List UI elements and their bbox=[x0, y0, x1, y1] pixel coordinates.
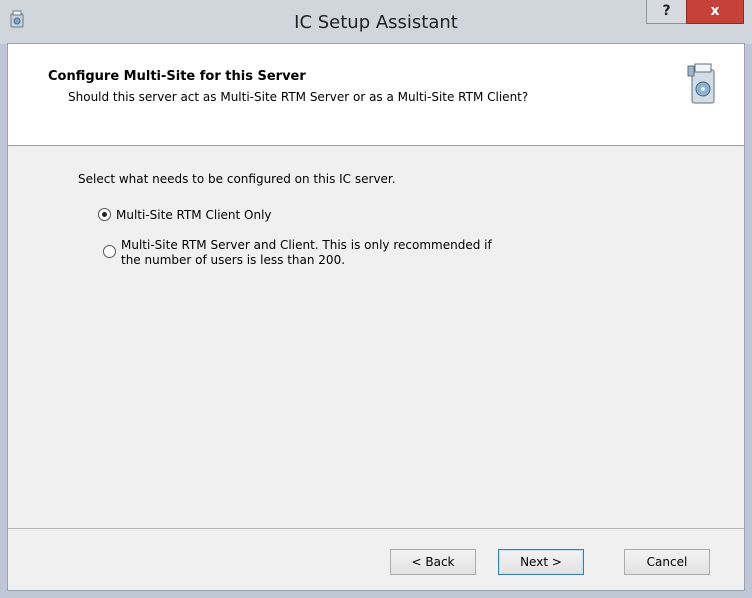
option-client-only[interactable]: Multi-Site RTM Client Only bbox=[98, 208, 272, 223]
setup-assistant-window: IC Setup Assistant ? x Configure Multi-S… bbox=[0, 0, 752, 598]
window-title: IC Setup Assistant bbox=[294, 12, 458, 33]
radio-client-only[interactable] bbox=[98, 208, 111, 221]
back-button[interactable]: < Back bbox=[390, 549, 476, 575]
selection-prompt: Select what needs to be configured on th… bbox=[78, 172, 396, 186]
option-server-and-client-label: Multi-Site RTM Server and Client. This i… bbox=[121, 238, 492, 268]
option-server-and-client-line1: Multi-Site RTM Server and Client. This i… bbox=[121, 238, 492, 252]
page-title: Configure Multi-Site for this Server bbox=[48, 69, 306, 84]
option-server-and-client-line2: the number of users is less than 200. bbox=[121, 253, 346, 267]
cancel-button[interactable]: Cancel bbox=[624, 549, 710, 575]
footer-divider bbox=[8, 528, 744, 529]
page-subtitle: Should this server act as Multi-Site RTM… bbox=[68, 90, 529, 104]
help-button[interactable]: ? bbox=[646, 0, 687, 24]
option-client-only-label: Multi-Site RTM Client Only bbox=[116, 208, 272, 222]
title-bar[interactable]: IC Setup Assistant ? x bbox=[0, 0, 752, 44]
option-server-and-client[interactable]: Multi-Site RTM Server and Client. This i… bbox=[103, 238, 492, 268]
radio-server-and-client[interactable] bbox=[103, 245, 116, 258]
close-button[interactable]: x bbox=[686, 0, 744, 24]
wizard-content: Configure Multi-Site for this Server Sho… bbox=[7, 43, 745, 591]
wizard-header: Configure Multi-Site for this Server Sho… bbox=[8, 44, 744, 146]
next-button[interactable]: Next > bbox=[498, 549, 584, 575]
server-setup-icon bbox=[687, 63, 715, 104]
